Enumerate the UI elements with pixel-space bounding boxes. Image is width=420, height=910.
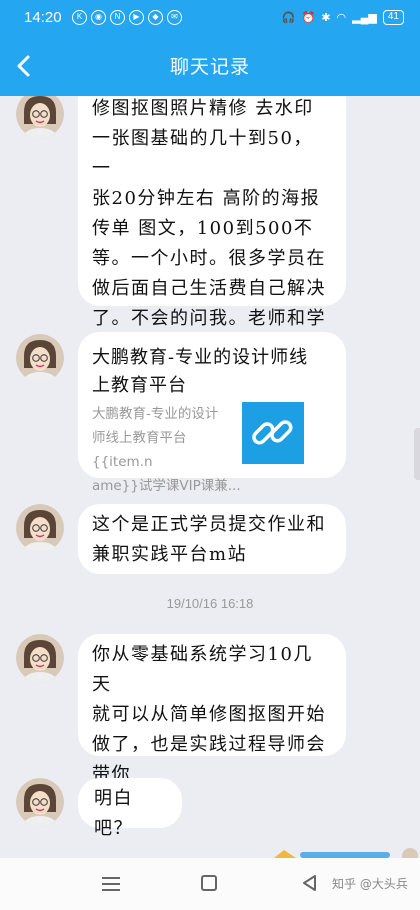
bluetooth-icon: ✱ xyxy=(321,12,331,24)
avatar[interactable] xyxy=(16,96,64,138)
message-bubble[interactable]: 明白吧？ xyxy=(78,778,182,839)
battery-icon: 41 xyxy=(382,10,404,25)
menu-icon[interactable] xyxy=(100,874,122,894)
notification-icon: ▶ xyxy=(129,10,144,25)
message-bubble[interactable]: 修图抠图照片精修 去水印 一张图基础的几十到50，一 张20分钟左右 高阶的海报… xyxy=(78,96,346,359)
signal-icon: ▂▄▆ xyxy=(352,12,377,24)
status-app-icons: K ◉ N ▶ ◆ ✉ xyxy=(72,10,182,25)
home-icon[interactable] xyxy=(200,874,218,892)
status-time: 14:20 xyxy=(24,9,62,26)
status-indicators: 🎧 ⏰ ✱ ◠ ▂▄▆ 41 xyxy=(282,10,404,25)
message-text: 明白吧？ xyxy=(94,788,133,839)
message-bubble[interactable]: 这个是正式学员提交作业和 兼职实践平台m站 xyxy=(78,504,346,574)
message-text: 你从零基础系统学习10几天 就可以从简单修图抠图开始 做了，也是实践过程导师会 … xyxy=(92,644,326,785)
header-bar: 聊天记录 xyxy=(0,36,420,96)
link-card[interactable]: 大鹏教育-专业的设计师线 上教育平台 大鹏教育-专业的设计 师线上教育平台{{i… xyxy=(78,332,346,494)
link-card-title: 大鹏教育-专业的设计师线 上教育平台 xyxy=(92,347,309,396)
link-icon xyxy=(252,420,293,445)
avatar[interactable] xyxy=(16,334,64,382)
alarm-icon: ⏰ xyxy=(301,12,316,24)
system-nav-bar: 知乎 @大头兵 xyxy=(0,858,420,910)
timestamp: 19/10/16 16:18 xyxy=(166,596,254,611)
status-bar: 14:20 K ◉ N ▶ ◆ ✉ 🎧 ⏰ ✱ ◠ ▂▄▆ 41 xyxy=(0,0,420,36)
chat-history[interactable]: 修图抠图照片精修 去水印 一张图基础的几十到50，一 张20分钟左右 高阶的海报… xyxy=(0,96,420,858)
headphones-icon: 🎧 xyxy=(281,12,296,24)
avatar[interactable] xyxy=(16,504,64,552)
watermark: 知乎 @大头兵 xyxy=(332,877,408,891)
page-title: 聊天记录 xyxy=(169,56,250,78)
avatar[interactable] xyxy=(16,778,64,826)
message-bubble[interactable]: 你从零基础系统学习10几天 就可以从简单修图抠图开始 做了，也是实践过程导师会 … xyxy=(78,634,346,785)
notification-icon: ◉ xyxy=(91,10,106,25)
next-message-preview xyxy=(274,848,418,858)
notification-icon: N xyxy=(110,10,125,25)
back-triangle-icon[interactable] xyxy=(300,873,318,893)
message-text: 修图抠图照片精修 去水印 一张图基础的几十到50，一 张20分钟左右 高阶的海报… xyxy=(92,98,326,359)
avatar[interactable] xyxy=(16,634,64,682)
notification-icon: K xyxy=(72,10,87,25)
notification-icon: ✉ xyxy=(167,10,182,25)
link-thumbnail xyxy=(242,402,304,464)
link-card-description: 大鹏教育-专业的设计 师线上教育平台{{item.n ame}}试学课VIP课兼… xyxy=(92,406,241,494)
wifi-icon: ◠ xyxy=(336,12,347,24)
edge-handle[interactable] xyxy=(414,428,420,480)
message-text: 这个是正式学员提交作业和 兼职实践平台m站 xyxy=(92,514,326,565)
notification-icon: ◆ xyxy=(148,10,163,25)
